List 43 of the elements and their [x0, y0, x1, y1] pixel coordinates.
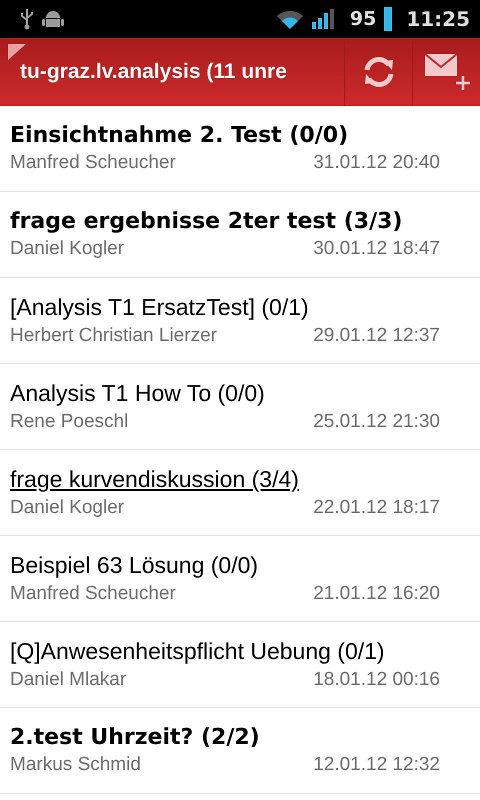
post-date: 18.01.12 00:16 — [313, 669, 440, 691]
post-date: 25.01.12 21:30 — [313, 411, 440, 433]
thread-subject: Beispiel 63 Lösung (0/0) — [10, 552, 260, 579]
thread-item[interactable]: [Analysis T1 ErsatzTest] (0/1) Herbert Christian Lierzer 29.01.12 12:37 — [0, 278, 480, 364]
post-date: 30.01.12 18:47 — [313, 238, 440, 260]
thread-subject: frage kurvendiskussion (3/4) — [10, 466, 300, 493]
author-name: Daniel Kogler — [10, 497, 124, 519]
thread-item[interactable]: 2.test Uhrzeit? (2/2) Markus Schmid 12.01.12 12:32 — [0, 708, 480, 794]
author-name: Manfred Scheucher — [10, 583, 176, 605]
screen-title: tu-graz.lv.analysis (11 unre — [19, 60, 288, 84]
battery-icon — [384, 7, 392, 31]
corner-triangle-icon — [8, 44, 26, 60]
author-name: Manfred Scheucher — [10, 152, 176, 174]
thread-subject: Einsichtnahme 2. Test (0/0) — [10, 123, 350, 148]
thread-subject: Analysis T1 How To (0/0) — [10, 380, 266, 407]
author-name: Daniel Kogler — [10, 238, 124, 260]
post-date: 21.01.12 16:20 — [313, 583, 440, 605]
android-icon — [42, 9, 64, 29]
thread-subject: [Q]Anwesenheitspflicht Uebung (0/1) — [10, 638, 386, 665]
signal-icon — [312, 8, 336, 30]
thread-item[interactable]: frage kurvendiskussion (3/4) Daniel Kogler 22.01.12 18:17 — [0, 450, 480, 536]
author-name: Daniel Mlakar — [10, 669, 126, 691]
thread-item[interactable]: [Q]Anwesenheitspflicht Uebung (0/1) Daniel Mlakar 18.01.12 00:16 — [0, 622, 480, 708]
thread-subject: 2.test Uhrzeit? (2/2) — [10, 725, 261, 750]
post-date: 31.01.12 20:40 — [313, 152, 440, 174]
author-name: Herbert Christian Lierzer — [10, 325, 217, 347]
thread-item[interactable]: Beispiel 63 Lösung (0/0) Manfred Scheucher 21.01.12 16:20 — [0, 536, 480, 622]
battery-level: 95 — [350, 8, 376, 30]
thread-subject: frage ergebnisse 2ter test (3/3) — [10, 209, 404, 234]
post-date: 22.01.12 18:17 — [313, 497, 440, 519]
refresh-icon — [362, 55, 396, 89]
usb-icon — [20, 8, 34, 30]
thread-item[interactable]: frage ergebnisse 2ter test (3/3) Daniel Kogler 30.01.12 18:47 — [0, 192, 480, 278]
wifi-icon — [276, 8, 304, 30]
thread-item[interactable]: Analysis T1 How To (0/0) Rene Poeschl 25.01.12 21:30 — [0, 364, 480, 450]
author-name: Rene Poeschl — [10, 411, 128, 433]
post-date: 29.01.12 12:37 — [313, 325, 440, 347]
post-date: 12.01.12 12:32 — [313, 754, 440, 776]
clock: 11:25 — [406, 7, 470, 31]
thread-item[interactable]: Einsichtnahme 2. Test (0/0) Manfred Scheucher 31.01.12 20:40 — [0, 106, 480, 192]
new-mail-icon — [422, 52, 470, 92]
thread-subject: [Analysis T1 ErsatzTest] (0/1) — [10, 294, 310, 321]
author-name: Markus Schmid — [10, 754, 141, 776]
